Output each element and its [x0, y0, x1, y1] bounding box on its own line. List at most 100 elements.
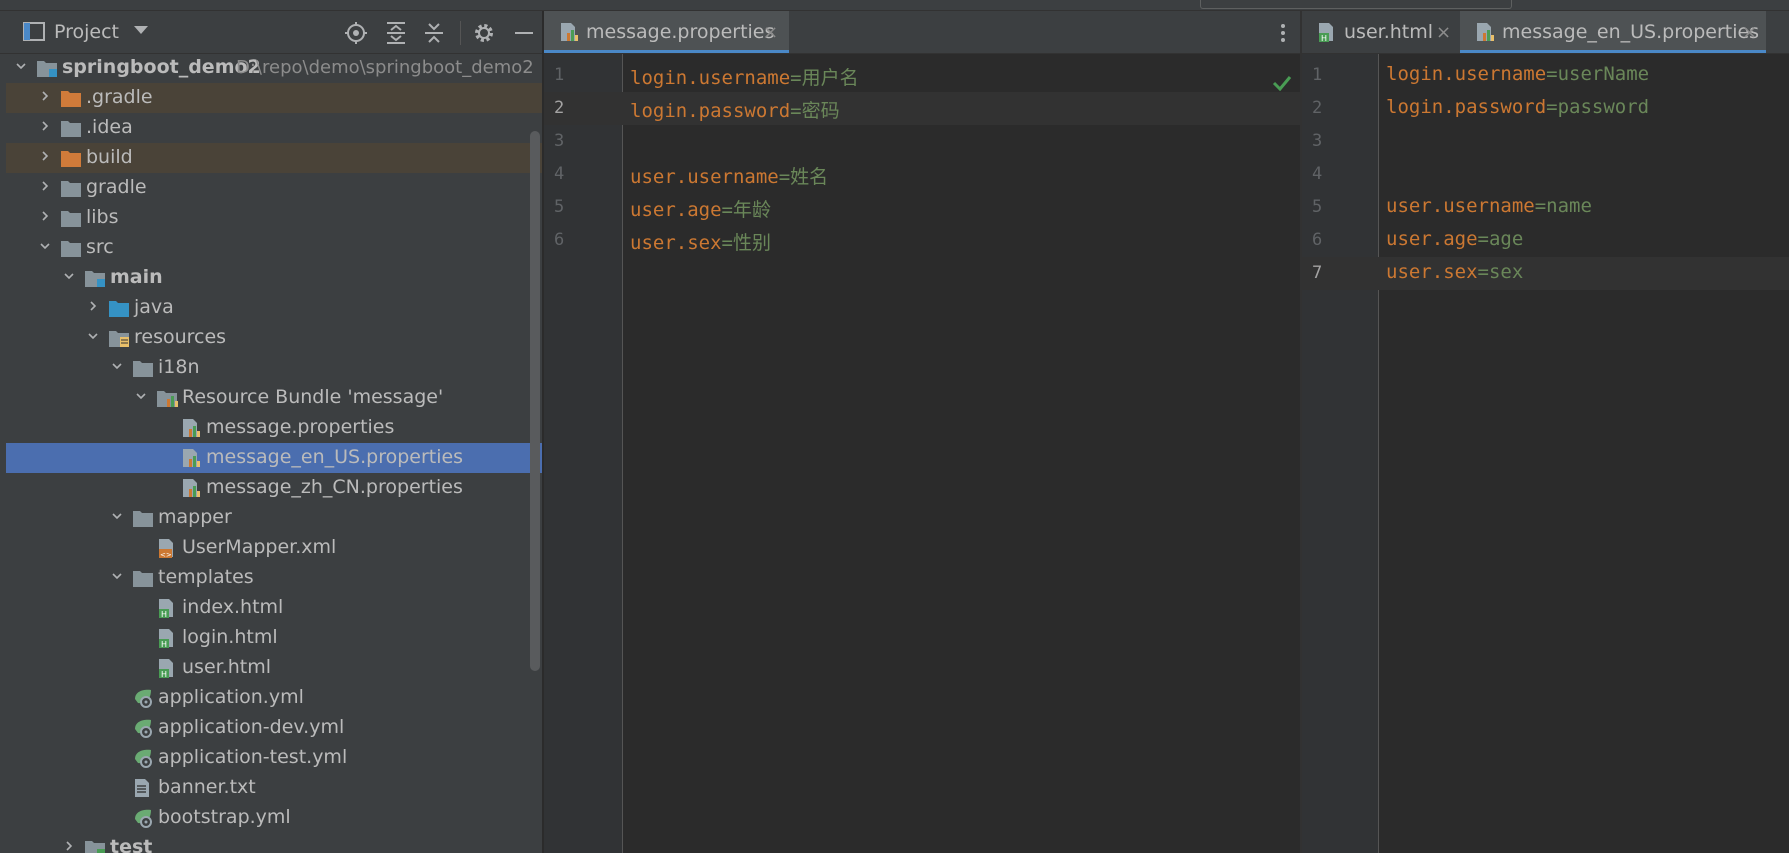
svg-text:H: H	[161, 640, 167, 649]
chevron-right-icon[interactable]	[40, 91, 50, 101]
chevron-down-icon[interactable]	[112, 361, 122, 371]
code-line[interactable]: user.username=name	[1386, 195, 1592, 217]
tree-item-main[interactable]: main	[6, 263, 542, 293]
tree-item-message-en-us-properties[interactable]: message_en_US.properties	[6, 443, 542, 473]
xml-file-icon: <>	[159, 539, 173, 559]
tree-item-resource-bundle-message[interactable]: Resource Bundle 'message'	[6, 383, 542, 413]
line-number: 1	[554, 65, 565, 85]
chevron-down-icon[interactable]	[112, 571, 122, 581]
more-options-icon[interactable]	[1280, 23, 1286, 43]
equals-sign: =	[790, 67, 802, 89]
chevron-right-icon[interactable]	[40, 181, 50, 191]
tree-item-label: application-test.yml	[158, 746, 348, 768]
tree-item-label: springboot_demo2	[62, 56, 261, 78]
chevron-down-icon[interactable]	[64, 271, 74, 281]
tree-item-application-test-yml[interactable]: application-test.yml	[6, 743, 542, 773]
left-gutter-divider	[622, 54, 623, 853]
folder-icon	[133, 571, 153, 587]
chevron-right-icon[interactable]	[88, 301, 98, 311]
tree-item-user-html[interactable]: Huser.html	[6, 653, 542, 683]
line-number: 6	[554, 230, 565, 250]
chevron-right-icon[interactable]	[64, 841, 74, 851]
tree-item-label: application-dev.yml	[158, 716, 345, 738]
tree-item-templates[interactable]: templates	[6, 563, 542, 593]
tree-item-label: Resource Bundle 'message'	[182, 386, 444, 408]
right-editor-tabbar: H user.html × message_en_US.properties ×	[1302, 11, 1789, 54]
chevron-down-icon[interactable]	[136, 391, 146, 401]
tree-item-i18n[interactable]: i18n	[6, 353, 542, 383]
code-line[interactable]: user.username=姓名	[630, 162, 828, 189]
tree-item-bootstrap-yml[interactable]: bootstrap.yml	[6, 803, 542, 833]
code-line[interactable]: login.password=password	[1386, 96, 1649, 118]
tree-item-springboot-demo2[interactable]: springboot_demo2 D:\repo\demo\springboot_…	[6, 53, 542, 83]
tab-message-en-us-properties[interactable]: message_en_US.properties ×	[1460, 11, 1766, 53]
window-top-strip	[0, 0, 1789, 11]
property-value: 年龄	[732, 199, 771, 221]
left-editor-tabbar: message.properties ×	[544, 11, 1300, 54]
chevron-down-icon[interactable]	[40, 241, 50, 251]
chevron-right-icon[interactable]	[40, 211, 50, 221]
properties-file-icon	[183, 419, 200, 437]
tree-item-index-html[interactable]: Hindex.html	[6, 593, 542, 623]
tree-item-idea[interactable]: .idea	[6, 113, 542, 143]
code-line[interactable]: user.sex=sex	[1386, 261, 1523, 283]
collapse-all-icon[interactable]	[422, 21, 446, 45]
tree-item-label: user.html	[182, 656, 272, 678]
chevron-down-icon[interactable]	[88, 331, 98, 341]
tree-item-application-dev-yml[interactable]: application-dev.yml	[6, 713, 542, 743]
property-value: userName	[1557, 63, 1650, 85]
tree-item-label: java	[134, 296, 174, 318]
tree-item-label: main	[110, 266, 163, 288]
tree-item-libs[interactable]: libs	[6, 203, 542, 233]
project-panel-title[interactable]: Project	[54, 21, 119, 43]
right-editor: H user.html × message_en_US.properties ×…	[1302, 11, 1789, 853]
tab-user-html[interactable]: H user.html ×	[1302, 11, 1460, 53]
property-key: user.username	[630, 166, 779, 188]
property-key: user.username	[1386, 195, 1535, 217]
code-line[interactable]: login.username=用户名	[630, 63, 859, 90]
tree-item-label: test	[110, 836, 153, 853]
code-line[interactable]: login.password=密码	[630, 96, 840, 123]
properties-file-icon	[183, 479, 200, 497]
code-line[interactable]: login.username=userName	[1386, 63, 1649, 85]
chevron-right-icon[interactable]	[40, 121, 50, 131]
chevron-down-icon[interactable]	[16, 61, 26, 71]
tree-item-gradle[interactable]: gradle	[6, 173, 542, 203]
tree-item-gradle[interactable]: .gradle	[6, 83, 542, 113]
minimize-icon[interactable]	[512, 21, 536, 45]
line-number: 5	[1312, 197, 1323, 217]
project-tree-scrollbar[interactable]	[530, 131, 540, 671]
chevron-down-icon[interactable]	[112, 511, 122, 521]
close-icon[interactable]: ×	[1436, 22, 1451, 43]
tab-message-properties[interactable]: message.properties ×	[544, 11, 789, 53]
project-view-dropdown-icon[interactable]	[134, 26, 148, 34]
code-line[interactable]: user.age=年龄	[630, 195, 771, 222]
close-icon[interactable]: ×	[1742, 22, 1757, 43]
locate-icon[interactable]	[344, 21, 368, 45]
tree-item-login-html[interactable]: Hlogin.html	[6, 623, 542, 653]
tree-item-mapper[interactable]: mapper	[6, 503, 542, 533]
tree-item-resources[interactable]: resources	[6, 323, 542, 353]
chevron-right-icon[interactable]	[40, 151, 50, 161]
tree-item-message-properties[interactable]: message.properties	[6, 413, 542, 443]
tree-item-banner-txt[interactable]: banner.txt	[6, 773, 542, 803]
tree-item-java[interactable]: java	[6, 293, 542, 323]
line-number: 7	[1312, 263, 1323, 283]
tree-item-build[interactable]: build	[6, 143, 542, 173]
gear-icon[interactable]	[472, 21, 496, 45]
code-line[interactable]: user.age=age	[1386, 228, 1523, 250]
tree-item-usermapper-xml[interactable]: <> UserMapper.xml	[6, 533, 542, 563]
code-line[interactable]: user.sex=性别	[630, 228, 771, 255]
tree-item-message-zh-cn-properties[interactable]: message_zh_CN.properties	[6, 473, 542, 503]
tree-item-src[interactable]: src	[6, 233, 542, 263]
inspection-ok-icon[interactable]	[1272, 75, 1292, 91]
close-icon[interactable]: ×	[763, 22, 778, 43]
equals-sign: =	[1546, 96, 1558, 118]
tree-item-label: message.properties	[206, 416, 395, 438]
test-folder-icon	[85, 841, 105, 853]
property-value: password	[1557, 96, 1650, 118]
tree-item-test[interactable]: test	[6, 833, 542, 853]
equals-sign: =	[1477, 228, 1489, 250]
expand-all-icon[interactable]	[384, 21, 408, 45]
tree-item-application-yml[interactable]: application.yml	[6, 683, 542, 713]
